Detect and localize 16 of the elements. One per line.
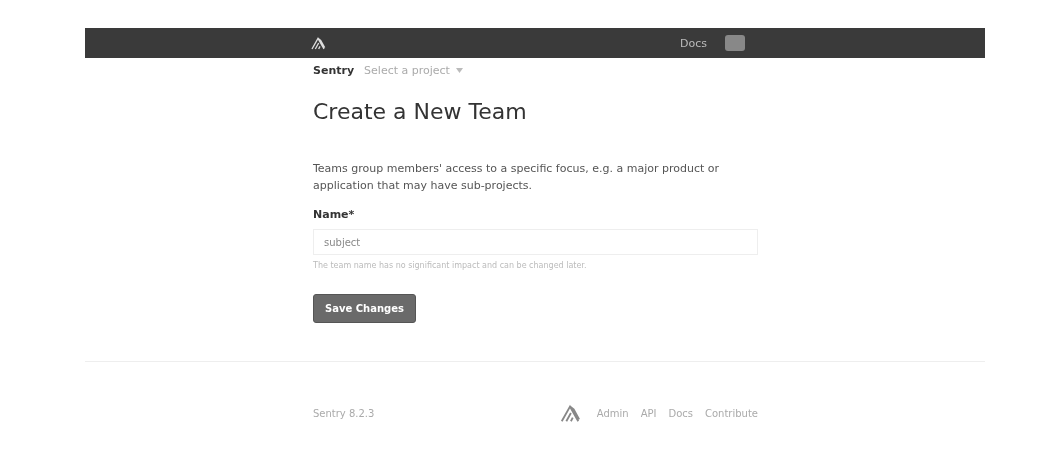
- version-text: Sentry 8.2.3: [313, 407, 375, 419]
- page-title: Create a New Team: [313, 99, 528, 124]
- footer-link[interactable]: Contribute: [705, 407, 758, 419]
- caret-icon: [455, 68, 463, 73]
- project-selector[interactable]: Select a project: [364, 64, 463, 77]
- logo-icon: [310, 35, 326, 51]
- footer-link[interactable]: Admin: [596, 407, 629, 419]
- description: Teams group members' access to a specific focus, e.g. a major product or application that may have sub-projects.: [313, 161, 720, 194]
- org-name[interactable]: Sentry: [313, 64, 355, 77]
- field-label: Name*: [313, 208, 356, 221]
- footer-link[interactable]: API: [640, 407, 657, 419]
- docs-link[interactable]: Docs: [680, 36, 707, 50]
- name-field[interactable]: subject: [313, 229, 758, 255]
- save-button[interactable]: Save Changes: [313, 294, 416, 323]
- avatar-icon[interactable]: [725, 35, 745, 51]
- footer-link[interactable]: Docs: [668, 407, 693, 419]
